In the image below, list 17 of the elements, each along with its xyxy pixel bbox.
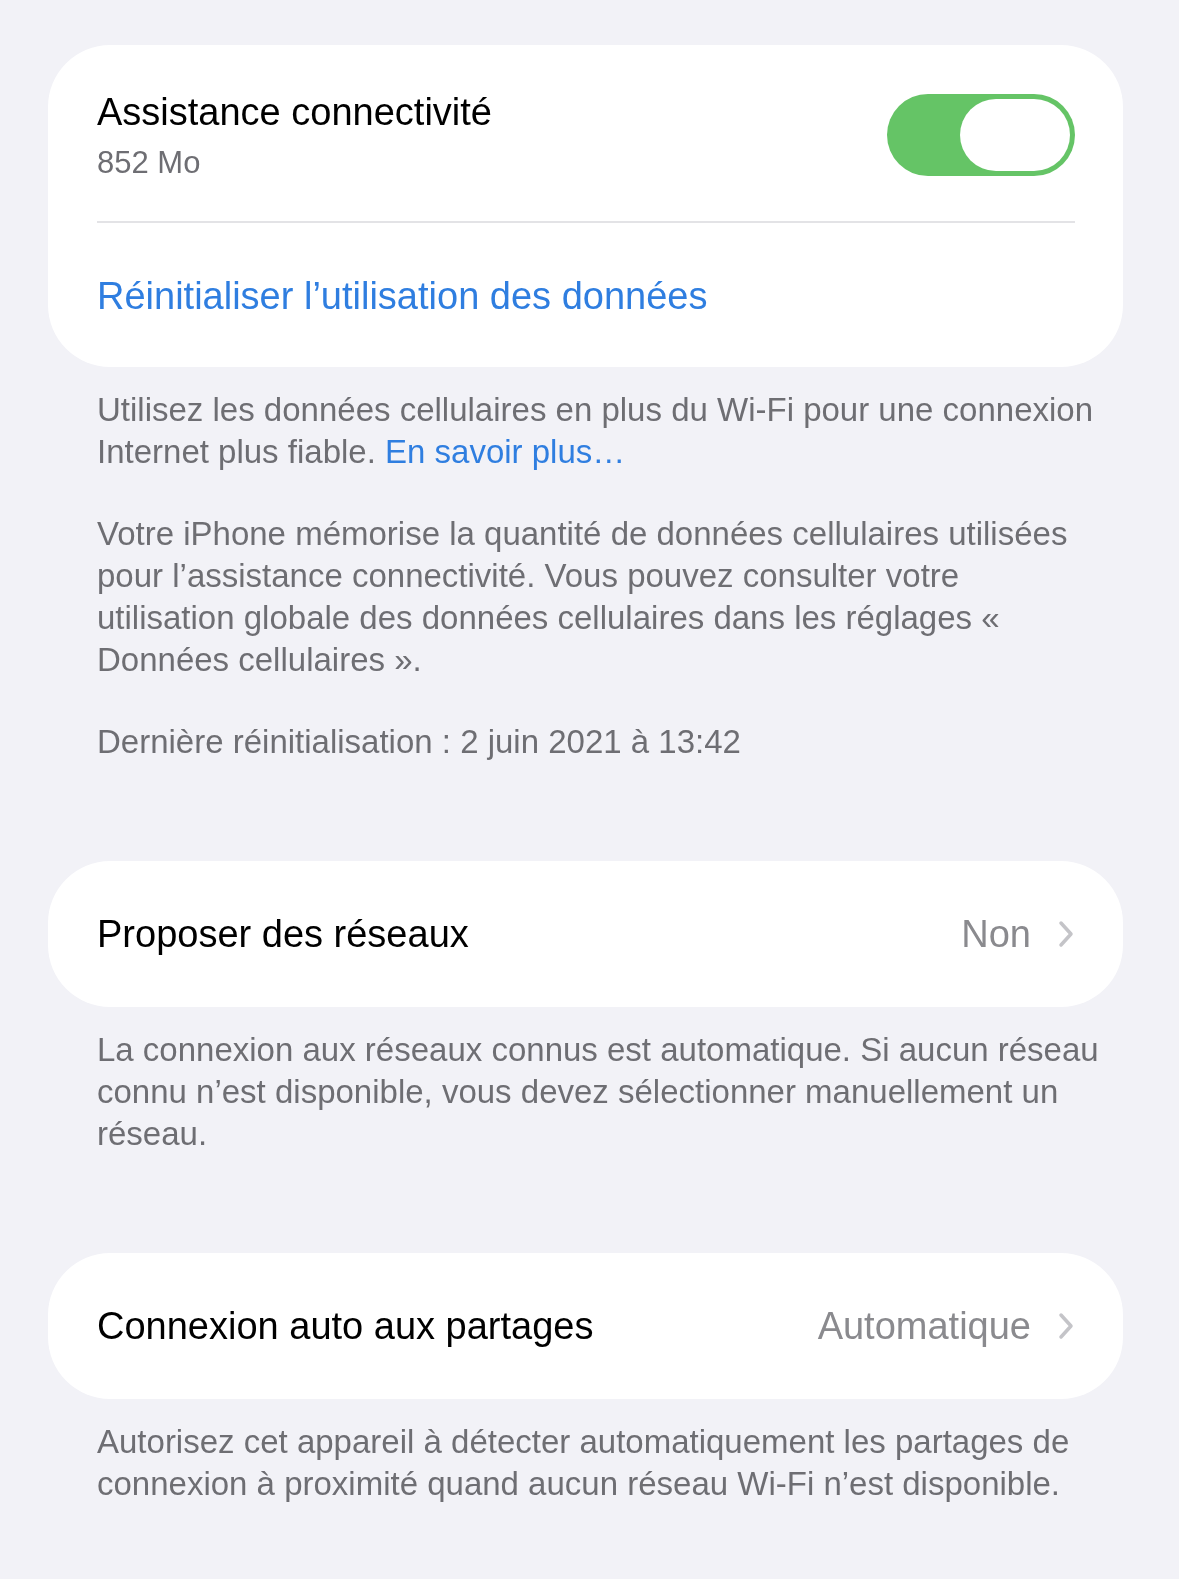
footer-text: La connexion aux réseaux connus est automatique. Si aucun réseau connu n’est disponible, vous devez sélectionner manuellement un réseau. [97, 1030, 1100, 1154]
chevron-icon [1057, 919, 1075, 949]
settings-row[interactable]: Proposer des réseaux Non [48, 861, 1123, 1007]
footer-text: Autorisez cet appareil à détecter automatiquement les partages de connexion à proximité quand aucun réseau Wi-Fi n’est disponible. [97, 1422, 1071, 1504]
footer-text: Votre iPhone mémorise la quantité de données cellulaires utilisées pour l’assistance connectivité. Vous pouvez consulter votre utilisation globale des données cellulaires dans les réglages « Données cellulaires ». [97, 514, 1069, 680]
usage-amount: 852 Mo [97, 145, 202, 181]
footer-text: Dernière réinitialisation : 2 juin 2021 à 13:42 [97, 722, 742, 762]
reset-data-link[interactable]: Réinitialiser l’utilisation des données [97, 275, 708, 317]
settings-row[interactable]: Connexion auto aux partages Automatique [48, 1253, 1123, 1399]
row-value: Automatique [817, 1304, 1031, 1348]
chevron-icon [1057, 1311, 1075, 1341]
setting-title: Assistance connectivité [97, 90, 492, 135]
row-label: Proposer des réseaux [97, 912, 470, 957]
learn-more-link[interactable]: En savoir plus… [385, 433, 626, 470]
row-label: Connexion auto aux partages [97, 1304, 595, 1349]
footer-text: Utilisez les données cellulaires en plus du Wi-Fi pour une connexion Internet plus fiable. En savoir plus… [97, 390, 1095, 472]
row-value: Non [961, 912, 1031, 956]
